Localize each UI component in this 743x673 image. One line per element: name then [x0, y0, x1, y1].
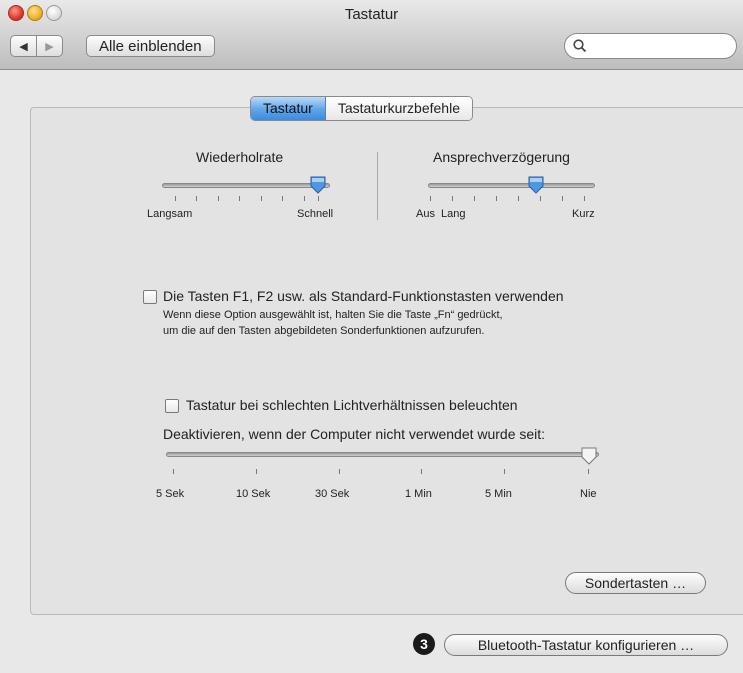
- delay-long-label: Lang: [441, 208, 466, 220]
- delay-tick: [518, 196, 519, 201]
- tab-keyboard[interactable]: Tastatur: [251, 97, 326, 120]
- delay-off-label: Aus: [416, 208, 435, 220]
- fn-keys-hint-line2: um die auf den Tasten abgebildeten Sonde…: [163, 325, 485, 337]
- slider-divider: [377, 152, 378, 220]
- backlight-tick-label: Nie: [580, 488, 597, 500]
- delay-tick: [584, 196, 585, 201]
- repeat-rate-tick: [261, 196, 262, 201]
- delay-tick: [474, 196, 475, 201]
- repeat-rate-max-label: Schnell: [297, 208, 334, 220]
- tab-content-panel: [30, 107, 743, 615]
- preferences-window: Tastatur ◀ ▶ Alle einblenden Tastatur Ta…: [0, 0, 743, 673]
- delay-tick: [540, 196, 541, 201]
- show-all-button[interactable]: Alle einblenden: [86, 35, 215, 57]
- backlight-tick: [588, 469, 589, 474]
- modifier-keys-button[interactable]: Sondertasten …: [565, 572, 706, 594]
- repeat-rate-tick: [304, 196, 305, 201]
- repeat-rate-tick: [282, 196, 283, 201]
- backlight-deactivate-label: Deaktivieren, wenn der Computer nicht ve…: [163, 426, 546, 442]
- repeat-rate-tick: [218, 196, 219, 201]
- tab-bar: Tastatur Tastaturkurzbefehle: [250, 96, 473, 121]
- search-field[interactable]: [564, 33, 737, 59]
- repeat-rate-tick: [196, 196, 197, 201]
- repeat-rate-title: Wiederholrate: [196, 149, 284, 165]
- backlight-tick-label: 5 Min: [485, 488, 512, 500]
- forward-button[interactable]: ▶: [36, 35, 63, 57]
- fn-keys-label[interactable]: Die Tasten F1, F2 usw. als Standard-Funk…: [163, 288, 564, 304]
- repeat-rate-tick: [239, 196, 240, 201]
- backlight-label[interactable]: Tastatur bei schlechten Lichtverhältniss…: [186, 397, 518, 413]
- delay-slider-track[interactable]: [428, 183, 595, 188]
- fn-keys-checkbox[interactable]: [143, 290, 157, 304]
- delay-tick: [452, 196, 453, 201]
- delay-tick: [562, 196, 563, 201]
- backlight-checkbox[interactable]: [165, 399, 179, 413]
- delay-short-label: Kurz: [572, 208, 595, 220]
- delay-tick: [496, 196, 497, 201]
- backlight-tick-label: 30 Sek: [315, 488, 350, 500]
- backlight-tick-label: 5 Sek: [156, 488, 185, 500]
- title-bar: Tastatur ◀ ▶ Alle einblenden: [0, 0, 743, 70]
- repeat-rate-min-label: Langsam: [147, 208, 193, 220]
- search-icon: [573, 39, 587, 53]
- delay-title: Ansprechverzögerung: [433, 149, 570, 165]
- repeat-rate-slider-track[interactable]: [162, 183, 330, 188]
- window-title: Tastatur: [344, 6, 399, 23]
- delay-tick: [430, 196, 431, 201]
- backlight-tick-label: 1 Min: [405, 488, 432, 500]
- backlight-tick: [421, 469, 422, 474]
- delay-slider-thumb[interactable]: [528, 176, 544, 194]
- annotation-badge: 3: [413, 633, 435, 655]
- backlight-tick: [504, 469, 505, 474]
- repeat-rate-tick: [318, 196, 319, 201]
- tab-keyboard-shortcuts[interactable]: Tastaturkurzbefehle: [325, 97, 472, 120]
- backlight-tick-label: 10 Sek: [236, 488, 271, 500]
- repeat-rate-tick: [175, 196, 176, 201]
- back-button[interactable]: ◀: [10, 35, 37, 57]
- backlight-timeout-slider-track[interactable]: [166, 452, 599, 457]
- repeat-rate-slider-thumb[interactable]: [310, 176, 326, 194]
- backlight-tick: [339, 469, 340, 474]
- search-input[interactable]: [589, 37, 731, 57]
- bluetooth-keyboard-button[interactable]: Bluetooth-Tastatur konfigurieren …: [444, 634, 728, 656]
- backlight-timeout-slider-thumb[interactable]: [581, 447, 597, 465]
- fn-keys-hint-line1: Wenn diese Option ausgewählt ist, halten…: [163, 309, 503, 321]
- backlight-tick: [173, 469, 174, 474]
- backlight-tick: [256, 469, 257, 474]
